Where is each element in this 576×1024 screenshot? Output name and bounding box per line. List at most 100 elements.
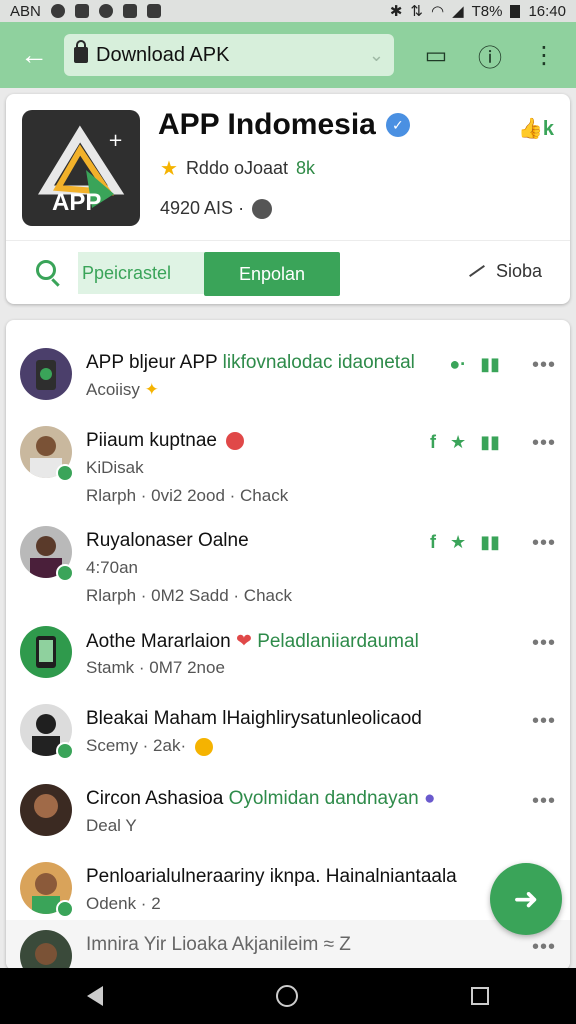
more-vert-icon[interactable]: ⋮ [524,35,564,75]
share-label: Sioba [495,260,542,281]
more-options-icon[interactable]: ••• [532,532,556,555]
like-icon[interactable]: ★ [450,432,466,453]
lock-icon [74,40,88,63]
nav-recents-icon[interactable] [471,987,490,1005]
online-badge [56,742,74,760]
facebook-icon[interactable]: f [430,432,436,453]
rating-line: ★ Rddo oJoaat 8k [160,156,315,181]
list-item[interactable]: Bleakai Maham lHaighlirysatunleolicaod S… [6,694,570,784]
facebook-icon[interactable]: f [430,532,436,553]
list-item[interactable]: Imnira Yir Lioaka Akjanileim ≈ Z ••• [6,920,570,970]
chevron-down-icon[interactable]: ⌄ [369,45,384,66]
verified-badge-icon: ✓ [385,113,410,137]
battery-icon [510,4,521,18]
notification-icon [50,4,65,18]
more-options-icon[interactable]: ••• [532,354,556,377]
item-title: Penloarialulneraariny iknpa. Hainalniant… [86,866,457,887]
meta-text: 4920 AIS · [160,198,245,218]
item-title: Bleakai Maham lHaighlirysatunleolicaod [86,708,422,729]
download-button-label: Enpolan [238,263,306,284]
list-item[interactable]: Piiaum kuptnae KiDisak Rlarph · 0vi2 2oo… [6,416,570,506]
avatar[interactable] [20,348,72,400]
chat-icon[interactable]: ●· [449,354,466,375]
app-logo-text: APP [52,189,101,216]
send-icon: ➜ [513,882,539,916]
status-bar: ABN ✱ ⇅ ◠ ◢ T8% 16:40 [0,0,576,22]
avatar[interactable] [20,784,72,836]
app-title: APP Indomesia ✓ [158,108,410,142]
nav-back-icon[interactable] [86,986,103,1006]
item-subtitle: Odenk · 2 [86,894,161,913]
svg-text:+: + [108,130,123,151]
url-bar[interactable]: Download APK ⌄ [64,34,394,76]
bluetooth-icon: ✱ [389,3,403,20]
nav-home-icon[interactable] [275,985,298,1007]
list-item[interactable]: Aothe Mararlaion ❤ Peladlaniiardaumal St… [6,616,570,706]
search-icon[interactable] [36,260,56,280]
emoji-icon [194,737,213,756]
item-subtitle: Deal Y [86,816,137,835]
signal-icon: ◢ [452,3,464,20]
bookmark-icon[interactable]: ▭ [416,35,456,75]
image-icon [122,4,137,18]
item-subtitle: KiDisak [86,458,144,477]
share-icon [466,260,488,282]
item-title: Circon Ashasioa Oyolmidan dandnayan ● [86,788,436,809]
thumbs-up-icon[interactable]: 👍k [518,116,554,141]
avatar[interactable] [20,930,72,970]
avatar[interactable] [20,626,72,678]
browser-toolbar: ← Download APK ⌄ ▭ ⓘ ⋮ [0,22,576,88]
more-options-icon[interactable]: ••• [532,632,556,655]
rating-count: 8k [296,158,316,178]
list-item[interactable]: APP bljeur APP likfovnalodac idaonetal A… [6,338,570,428]
sparkle-icon: ✦ [144,380,159,399]
wifi-icon: ◠ [430,3,445,20]
carrier-label: ABN [10,2,41,20]
download-button[interactable]: Enpolan [204,252,340,296]
system-nav-bar [0,968,576,1024]
info-icon[interactable]: ⓘ [470,35,510,75]
more-options-icon[interactable]: ••• [532,790,556,813]
online-badge [56,564,74,582]
globe-icon [252,198,273,219]
item-meta: Rlarph · 0vi2 2ood · Chack [86,486,289,505]
list-item[interactable]: Circon Ashasioa Oyolmidan dandnayan ● De… [6,774,570,864]
rating-text: Rddo oJoaat [185,158,289,178]
tab-preview-label: Ppeicrastel [82,262,172,283]
share-fab-button[interactable]: ➜ [490,863,562,935]
url-text: Download APK [96,43,230,66]
tab-preview[interactable]: Ppeicrastel [78,252,206,294]
emoji-icon [226,431,245,450]
corner-icon-text: k [542,118,554,140]
vibrate-icon: ⇅ [410,3,423,20]
app-card: + APP APP Indomesia ✓ 👍k ★ Rddo oJoaat 8… [6,94,570,304]
back-arrow-icon[interactable]: ← [12,33,56,77]
more-options-icon[interactable]: ••• [532,710,556,733]
app-logo-graphic: + APP [38,125,125,216]
thumbs-up-icon[interactable]: ▮▮ [480,354,500,375]
divider [6,240,570,241]
feed-list: APP bljeur APP likfovnalodac idaonetal A… [6,320,570,970]
more-options-icon[interactable]: ••• [532,432,556,455]
thumbs-up-icon[interactable]: ▮▮ [480,432,500,453]
app-name: APP Indomesia [158,108,376,141]
battery-label: T8% [471,2,503,20]
like-icon[interactable]: ★ [450,532,466,553]
meta-line: 4920 AIS · [160,198,273,219]
shield-icon [74,4,89,18]
item-title: APP bljeur APP likfovnalodac idaonetal [86,352,415,373]
online-badge [56,900,74,918]
item-title: Piiaum kuptnae [86,430,245,452]
item-actions: f ★ ▮▮ [430,432,500,453]
online-badge [56,464,74,482]
app-logo[interactable]: + APP [22,110,140,226]
list-item[interactable]: Ruyalonaser Oalne 4:70an Rlarph · 0M2 Sa… [6,516,570,606]
message-icon [146,4,161,18]
item-actions: f ★ ▮▮ [430,532,500,553]
thumbs-up-icon[interactable]: ▮▮ [480,532,500,553]
share-button[interactable]: Sioba [466,260,542,282]
clock: 16:40 [528,2,566,20]
item-subtitle: Scemy · 2ak· [86,736,213,756]
item-subtitle: Stamk · 0M7 2noe [86,658,225,677]
more-options-icon[interactable]: ••• [532,936,556,959]
